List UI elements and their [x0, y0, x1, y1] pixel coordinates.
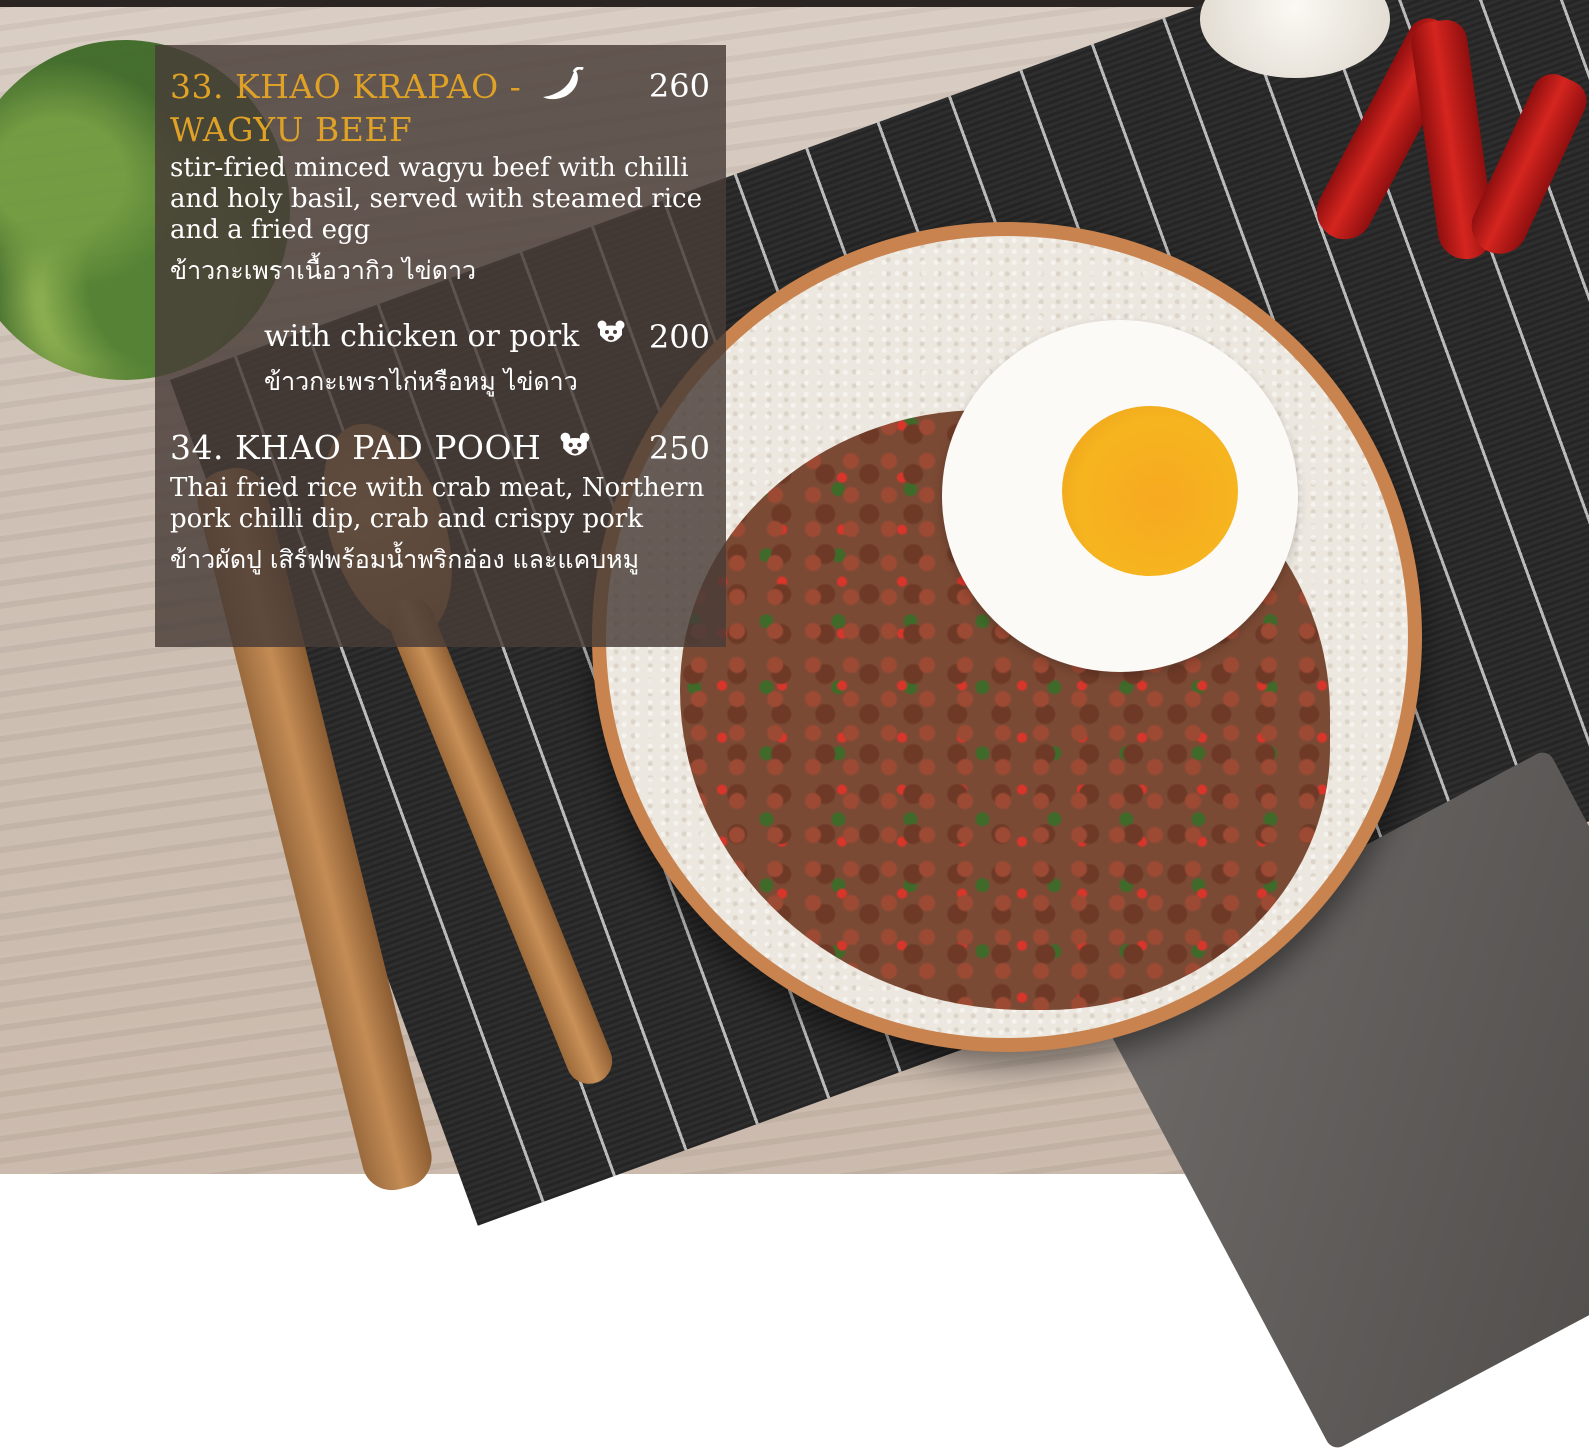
- bear-icon: [560, 431, 590, 469]
- menu-item-title: 33. KHAO KRAPAO - WAGYU BEEF: [170, 66, 590, 149]
- menu-item-thai-name: ข้าวผัดปู เสิร์ฟพร้อมน้ำพริกอ่อง และแคบห…: [170, 545, 640, 574]
- menu-item-variant: with chicken or pork 200 ข้าวกะเพราไก่หร…: [264, 318, 710, 399]
- variant-label: with chicken or pork: [264, 319, 580, 354]
- variant-header: with chicken or pork 200: [264, 318, 710, 357]
- menu-item-price: 260: [648, 67, 710, 105]
- menu-item-header: 34. KHAO PAD POOH 250: [170, 429, 710, 469]
- menu-item-description: Thai fried rice with crab meat, Northern…: [170, 473, 705, 534]
- menu-panel: 33. KHAO KRAPAO - WAGYU BEEF 260 stir-fr…: [155, 45, 726, 647]
- menu-item-title-line1: 33. KHAO KRAPAO -: [170, 67, 522, 106]
- menu-item-price: 250: [648, 429, 710, 467]
- menu-item-title-line1: 34. KHAO PAD POOH: [170, 428, 542, 467]
- menu-item-title-line2: WAGYU BEEF: [170, 110, 413, 149]
- menu-item-33: 33. KHAO KRAPAO - WAGYU BEEF 260 stir-fr…: [170, 66, 710, 399]
- menu-item-34: 34. KHAO PAD POOH 250 Thai fried rice wi…: [170, 429, 710, 577]
- menu-item-description: stir-fried minced wagyu beef with chilli…: [170, 153, 702, 245]
- variant-title: with chicken or pork: [264, 318, 625, 357]
- egg-yolk: [1062, 406, 1238, 576]
- menu-item-thai-name: ข้าวกะเพราเนื้อวากิว ไข่ดาว: [170, 256, 477, 285]
- menu-item-header: 33. KHAO KRAPAO - WAGYU BEEF 260: [170, 66, 710, 149]
- variant-thai-name: ข้าวกะเพราไก่หรือหมู ไข่ดาว: [264, 367, 578, 396]
- chilli-icon: [540, 66, 585, 111]
- bear-icon: [597, 319, 625, 357]
- variant-price: 200: [648, 318, 710, 356]
- menu-item-title: 34. KHAO PAD POOH: [170, 429, 590, 469]
